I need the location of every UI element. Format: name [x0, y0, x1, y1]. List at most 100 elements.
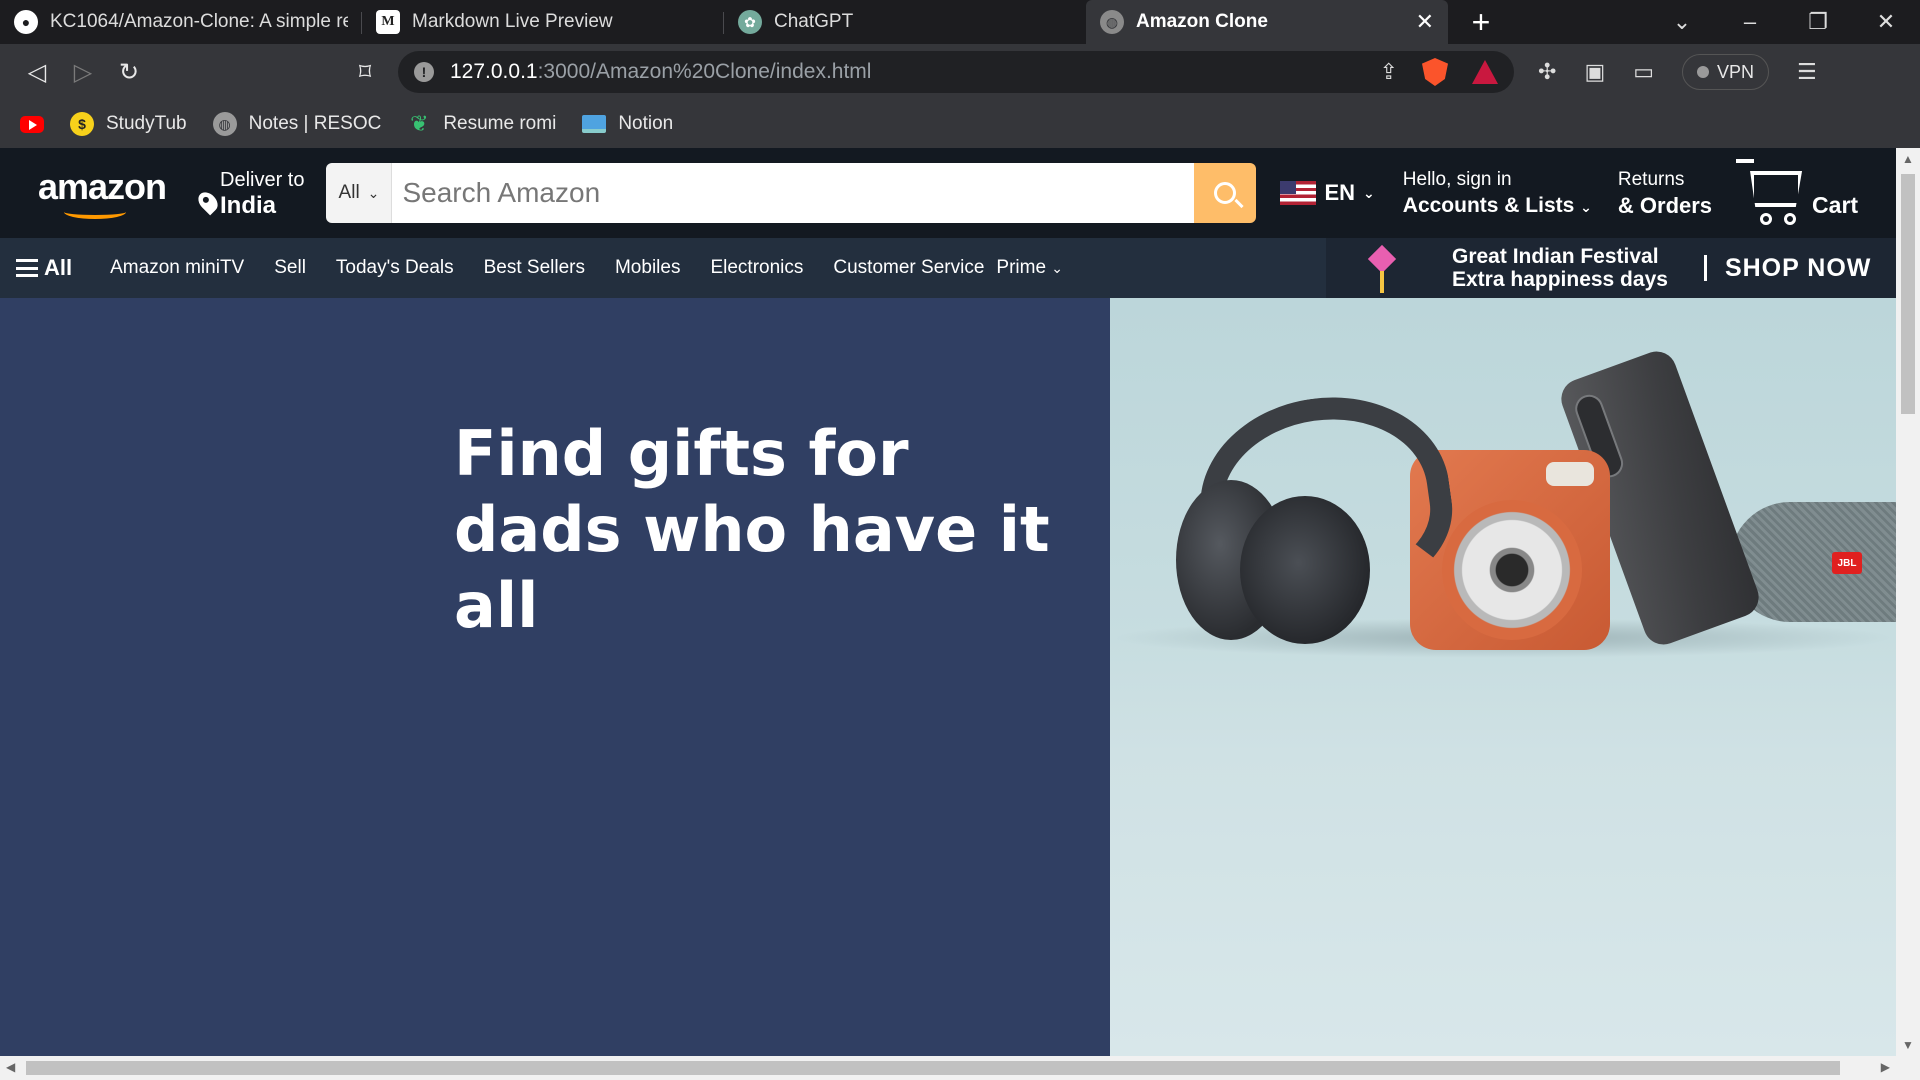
github-icon: ●: [14, 10, 38, 34]
sidebar-icon[interactable]: ▣: [1584, 59, 1605, 85]
close-tab-icon[interactable]: ✕: [1416, 9, 1434, 35]
brave-rewards-icon[interactable]: [1472, 60, 1498, 84]
account-lists-label: Accounts & Lists: [1402, 193, 1575, 217]
nav-link-electronics[interactable]: Electronics: [710, 257, 803, 279]
promo-line-2: Extra happiness days: [1452, 268, 1668, 291]
deliver-to[interactable]: Deliver to India: [194, 167, 305, 219]
nav-link-prime[interactable]: Prime ⌄: [996, 257, 1063, 279]
smile-arrow-icon: [64, 205, 126, 219]
bookmark-studytub[interactable]: $ StudyTub: [70, 112, 187, 136]
hero-line-1: Find gifts for: [454, 417, 909, 490]
location-pin-icon: [194, 188, 222, 216]
share-icon[interactable]: ⇪: [1380, 59, 1398, 85]
scroll-left-icon[interactable]: ◀: [6, 1060, 15, 1074]
cart-button[interactable]: Cart: [1736, 157, 1858, 229]
bookmark-label: StudyTub: [106, 113, 187, 134]
returns-label: Returns: [1617, 169, 1685, 190]
nav-link-minitv[interactable]: Amazon miniTV: [110, 257, 244, 279]
vpn-button[interactable]: VPN: [1682, 54, 1770, 90]
nav-link-todays-deals[interactable]: Today's Deals: [336, 257, 454, 279]
bookmark-resume[interactable]: ❦ Resume romi: [407, 111, 557, 136]
hero-text-panel: Find gifts for dads who have it all: [0, 298, 1110, 1056]
hero-line-2: dads who have it all: [454, 493, 1050, 642]
horizontal-scrollbar[interactable]: ◀ ▶: [0, 1056, 1920, 1080]
amazon-header: amazon Deliver to India All ⌄ EN ⌄: [0, 148, 1896, 238]
cart-icon: [1736, 157, 1808, 229]
jbl-badge: JBL: [1832, 552, 1862, 574]
chevron-down-icon: ⌄: [1580, 198, 1592, 215]
hamburger-icon: [16, 259, 38, 277]
tab-github[interactable]: ● KC1064/Amazon-Clone: A simple repli: [0, 0, 362, 44]
tab-title: KC1064/Amazon-Clone: A simple repli: [50, 11, 348, 32]
tab-amazon-clone[interactable]: ◍ Amazon Clone ✕: [1086, 0, 1448, 44]
tab-title: Markdown Live Preview: [412, 11, 613, 32]
nav-link-best-sellers[interactable]: Best Sellers: [484, 257, 585, 279]
amazon-logo[interactable]: amazon: [38, 165, 167, 221]
tab-markdown[interactable]: M Markdown Live Preview: [362, 0, 724, 44]
chevron-down-icon: ⌄: [367, 184, 380, 201]
us-flag-icon: [1280, 181, 1317, 205]
page-viewport: amazon Deliver to India All ⌄ EN ⌄: [0, 148, 1896, 1056]
markdown-icon: M: [376, 10, 400, 34]
chevron-down-icon: ⌄: [1363, 184, 1375, 201]
scroll-right-icon[interactable]: ▶: [1881, 1060, 1890, 1074]
new-tab-button[interactable]: +: [1448, 0, 1514, 44]
scroll-thumb[interactable]: [26, 1061, 1840, 1075]
hero-banner[interactable]: Find gifts for dads who have it all JBL: [0, 298, 1896, 1056]
nav-link-sell[interactable]: Sell: [274, 257, 306, 279]
restore-button[interactable]: ❐: [1784, 0, 1852, 44]
tab-title: ChatGPT: [774, 11, 854, 32]
chatgpt-icon: ✿: [738, 10, 762, 34]
browser-toolbar: ◁ ▷ ↻ ⌑ ! 127.0.0.1:3000/Amazon%20Clone/…: [0, 44, 1920, 100]
deliver-country: India: [220, 192, 277, 219]
scroll-up-icon[interactable]: ▲: [1896, 152, 1920, 166]
scroll-thumb[interactable]: [1901, 174, 1915, 414]
bookmark-youtube[interactable]: [20, 115, 44, 133]
account-menu[interactable]: Hello, sign in Accounts & Lists ⌄: [1403, 167, 1592, 220]
address-bar[interactable]: ! 127.0.0.1:3000/Amazon%20Clone/index.ht…: [398, 51, 1514, 93]
minimize-button[interactable]: –: [1716, 0, 1784, 44]
hero-headline: Find gifts for dads who have it all: [454, 416, 1110, 644]
bookmark-label: Notion: [618, 113, 674, 134]
amazon-nav-bar: All Amazon miniTV Sell Today's Deals Bes…: [0, 238, 1896, 298]
menu-icon[interactable]: ☰: [1797, 59, 1817, 85]
shop-now-link[interactable]: SHOP NOW: [1725, 254, 1871, 283]
scroll-down-icon[interactable]: ▼: [1896, 1038, 1920, 1052]
tab-search-icon[interactable]: ⌄: [1648, 0, 1716, 44]
language-selector[interactable]: EN ⌄: [1280, 180, 1375, 206]
promo-line-1: Great Indian Festival: [1452, 245, 1659, 268]
bookmarks-bar: $ StudyTub ◍ Notes | RESOC ❦ Resume romi…: [0, 100, 1920, 148]
prime-label: Prime: [996, 257, 1047, 278]
vpn-status-icon: [1697, 66, 1710, 78]
nav-link-mobiles[interactable]: Mobiles: [615, 257, 680, 279]
search-input[interactable]: [392, 163, 1195, 223]
reload-button[interactable]: ↻: [106, 49, 152, 95]
youtube-icon: [20, 115, 44, 133]
close-window-button[interactable]: ✕: [1852, 0, 1920, 44]
info-icon[interactable]: !: [414, 62, 434, 82]
nav-link-customer-service[interactable]: Customer Service: [833, 257, 984, 279]
search-button[interactable]: [1194, 163, 1257, 223]
bookmark-icon[interactable]: ⌑: [342, 49, 388, 95]
hero-product-image: JBL: [1110, 298, 1896, 1056]
deliver-label: Deliver to: [220, 169, 305, 191]
studytub-icon: $: [70, 112, 94, 136]
festival-promo-banner[interactable]: Great Indian Festival Extra happiness da…: [1326, 238, 1896, 298]
vertical-scrollbar[interactable]: ▲ ▼: [1896, 148, 1920, 1056]
bookmark-notes[interactable]: ◍ Notes | RESOC: [212, 112, 382, 136]
search-category-select[interactable]: All ⌄: [326, 163, 393, 223]
back-button[interactable]: ◁: [14, 49, 60, 95]
bookmark-notion[interactable]: Notion: [582, 113, 673, 135]
bookmark-label: Resume romi: [443, 113, 557, 134]
wallet-icon[interactable]: ▭: [1633, 59, 1654, 85]
lantern-icon: [1367, 241, 1397, 295]
all-menu-button[interactable]: All: [16, 255, 72, 281]
forward-button[interactable]: ▷: [60, 49, 106, 95]
brave-shields-icon[interactable]: [1422, 58, 1448, 86]
logo-text: amazon: [38, 166, 167, 207]
returns-orders[interactable]: Returns & Orders: [1618, 167, 1712, 219]
tab-chatgpt[interactable]: ✿ ChatGPT: [724, 0, 1086, 44]
bookmark-label: Notes | RESOC: [248, 113, 382, 134]
extensions-icon[interactable]: ✣: [1538, 59, 1556, 85]
orders-label: & Orders: [1617, 193, 1713, 218]
